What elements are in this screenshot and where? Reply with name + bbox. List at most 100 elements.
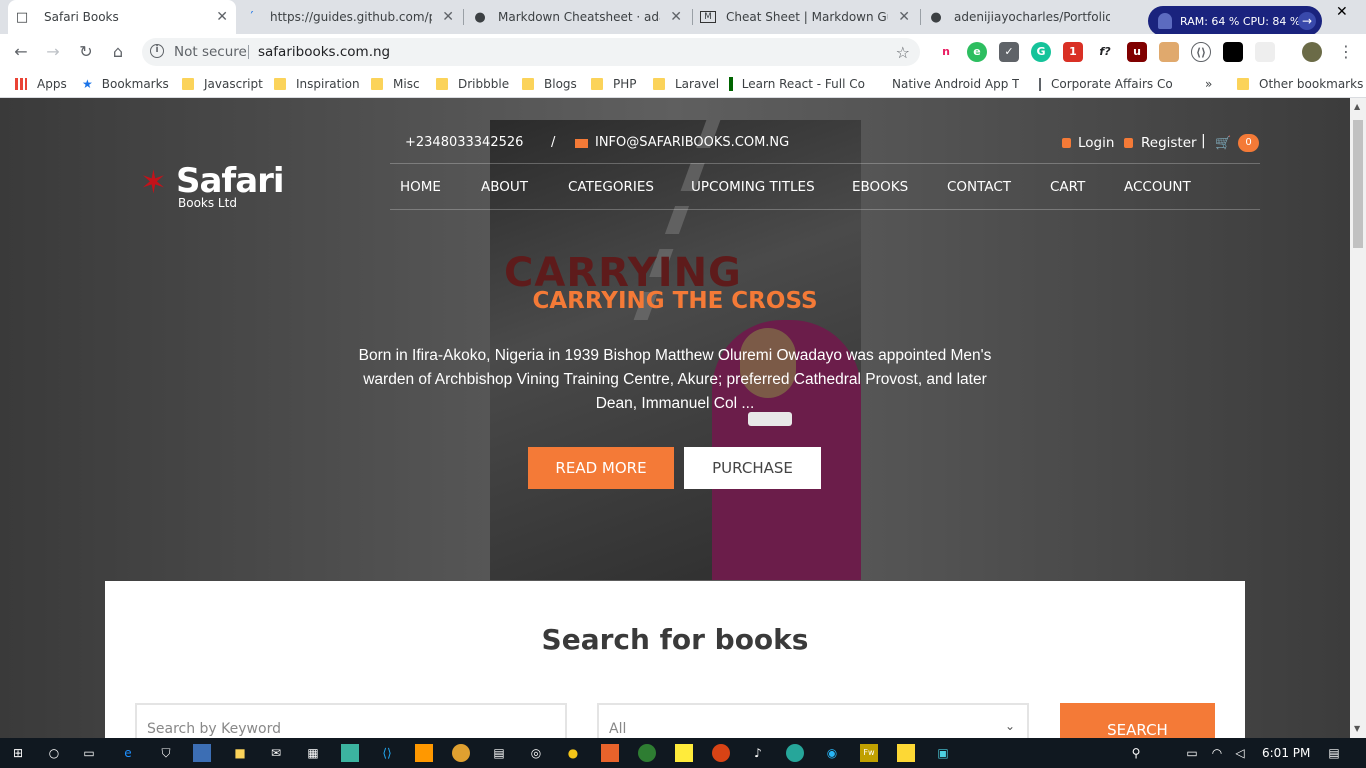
close-window-icon[interactable]: ✕ <box>1336 4 1348 20</box>
bookmark-native-android[interactable]: Native Android App T <box>883 76 1019 92</box>
nav-home[interactable]: HOME <box>400 179 441 195</box>
bookmark-php[interactable]: PHP <box>591 76 637 92</box>
bookmark-corporate-affairs[interactable]: Corporate Affairs Cor <box>1039 76 1173 92</box>
tab-markdown-cheatsheet[interactable]: ● Markdown Cheatsheet · adam-p/markdown-… <box>466 0 690 34</box>
bookmark-other[interactable]: Other bookmarks <box>1237 76 1363 92</box>
scroll-up-icon[interactable]: ▲ <box>1354 102 1360 111</box>
nav-contact[interactable]: CONTACT <box>947 179 1011 195</box>
nav-about[interactable]: ABOUT <box>481 179 528 195</box>
purchase-button[interactable]: PURCHASE <box>684 447 821 489</box>
sublime-icon[interactable] <box>415 744 433 762</box>
screen-extension-icon[interactable] <box>1223 42 1243 62</box>
app-icon[interactable]: ◉ <box>823 744 841 762</box>
scroll-down-icon[interactable]: ▼ <box>1354 724 1360 733</box>
email-address[interactable]: INFO@SAFARIBOOKS.COM.NG <box>595 135 789 150</box>
read-more-button[interactable]: READ MORE <box>528 447 674 489</box>
avatar[interactable] <box>1302 42 1322 62</box>
home-icon[interactable]: ⌂ <box>106 40 130 64</box>
nav-ebooks[interactable]: EBOOKS <box>852 179 908 195</box>
notifications-icon[interactable]: ▤ <box>1325 744 1343 762</box>
address-bar[interactable]: i Not secure safaribooks.com.ng ☆ <box>142 38 920 66</box>
menu-icon[interactable]: ⋮ <box>1334 40 1358 64</box>
vscode-icon[interactable]: ⟨⟩ <box>378 744 396 762</box>
ublock-extension-icon[interactable]: u <box>1127 42 1147 62</box>
formula-extension-icon[interactable]: f? <box>1095 42 1115 62</box>
nav-upcoming-titles[interactable]: UPCOMING TITLES <box>691 179 815 195</box>
app-icon[interactable] <box>675 744 693 762</box>
page-scrollbar[interactable]: ▲ ▼ <box>1350 98 1366 738</box>
grammarly-extension-icon[interactable]: G <box>1031 42 1051 62</box>
app-icon[interactable] <box>341 744 359 762</box>
folder-icon[interactable]: ■ <box>231 744 249 762</box>
close-icon[interactable]: ✕ <box>442 9 454 25</box>
bookmark-javascript[interactable]: Javascript <box>182 76 263 92</box>
close-icon[interactable]: ✕ <box>670 9 682 25</box>
close-icon[interactable]: ✕ <box>898 9 910 25</box>
tab-markdown-guide[interactable]: M Cheat Sheet | Markdown Guide ✕ <box>694 0 918 34</box>
bookmark-star-icon[interactable]: ☆ <box>896 43 910 62</box>
keyword-search-input[interactable]: Search by Keyword <box>135 703 567 738</box>
bookmark-blogs[interactable]: Blogs <box>522 76 577 92</box>
code-extension-icon[interactable]: ⟨⟩ <box>1191 42 1211 62</box>
reload-icon[interactable]: ↻ <box>74 40 98 64</box>
bookmark-apps[interactable]: Apps <box>15 76 67 92</box>
store-icon[interactable]: ⛉ <box>157 744 175 762</box>
login-link[interactable]: Login <box>1078 135 1114 151</box>
tab-safari-books[interactable]: □ Safari Books ✕ <box>8 0 236 34</box>
app-icon[interactable]: ● <box>564 744 582 762</box>
scrollbar-thumb[interactable] <box>1353 120 1363 248</box>
phone-number[interactable]: +2348033342526 <box>405 135 523 150</box>
pocket-extension-icon[interactable]: ✓ <box>999 42 1019 62</box>
evernote-extension-icon[interactable]: e <box>967 42 987 62</box>
back-icon[interactable]: ← <box>9 40 33 64</box>
battery-icon[interactable]: ▭ <box>1183 744 1201 762</box>
app-icon[interactable] <box>193 744 211 762</box>
wappalyzer-extension-icon[interactable] <box>1159 42 1179 62</box>
chrome-icon[interactable] <box>452 744 470 762</box>
close-icon[interactable]: ✕ <box>216 9 228 25</box>
forward-icon[interactable]: → <box>41 40 65 64</box>
nimbus-extension-icon[interactable]: n <box>936 42 956 62</box>
itunes-icon[interactable]: ♪ <box>749 744 767 762</box>
app-icon[interactable] <box>786 744 804 762</box>
bookmarks-overflow[interactable]: » <box>1205 76 1212 92</box>
calculator-icon[interactable]: ▦ <box>304 744 322 762</box>
windows-start-icon[interactable]: ⊞ <box>9 744 27 762</box>
task-view-icon[interactable]: ▭ <box>80 744 98 762</box>
category-select[interactable]: All ⌄ <box>597 703 1029 738</box>
app-icon[interactable]: ▤ <box>490 744 508 762</box>
app-icon[interactable] <box>897 744 915 762</box>
cart-icon[interactable]: 🛒 <box>1215 136 1231 151</box>
app-icon[interactable] <box>712 744 730 762</box>
app-icon[interactable]: ▣ <box>934 744 952 762</box>
mail-icon[interactable]: ✉ <box>267 744 285 762</box>
app-icon[interactable] <box>638 744 656 762</box>
info-icon[interactable]: i <box>150 44 164 58</box>
blank-extension-icon[interactable] <box>1255 42 1275 62</box>
site-logo[interactable]: ✶ Safari Books Ltd <box>140 162 300 214</box>
search-icon[interactable]: ○ <box>45 744 63 762</box>
nav-categories[interactable]: CATEGORIES <box>568 179 654 195</box>
register-link[interactable]: Register <box>1141 135 1197 151</box>
extension-badge-icon[interactable]: 1 <box>1063 42 1083 62</box>
edge-icon[interactable]: e <box>119 744 137 762</box>
url-text[interactable]: safaribooks.com.ng <box>258 44 390 60</box>
taskbar-clock[interactable]: 6:01 PM <box>1262 746 1310 760</box>
nav-account[interactable]: ACCOUNT <box>1124 179 1191 195</box>
bookmark-misc[interactable]: Misc <box>371 76 420 92</box>
nav-cart[interactable]: CART <box>1050 179 1085 195</box>
app-icon[interactable] <box>601 744 619 762</box>
fireworks-icon[interactable]: Fw <box>860 744 878 762</box>
ram-cpu-monitor[interactable]: RAM: 64 % CPU: 84 % → <box>1148 6 1322 36</box>
cart-count-badge[interactable]: 0 <box>1238 134 1259 152</box>
volume-icon[interactable]: ◁ <box>1231 744 1249 762</box>
bookmark-laravel[interactable]: Laravel <box>653 76 719 92</box>
bookmark-bookmarks[interactable]: ★ Bookmarks <box>82 76 169 92</box>
people-icon[interactable]: ⚲ <box>1127 744 1145 762</box>
search-button[interactable]: SEARCH <box>1060 703 1215 738</box>
tab-markdown-pdf[interactable]: ′ https://guides.github.com/pdfs/markdow… <box>238 0 462 34</box>
tab-portfolio[interactable]: ● adenijiayocharles/Portfolio: Lis <box>922 0 1144 34</box>
app-icon[interactable]: ◎ <box>527 744 545 762</box>
bookmark-dribbble[interactable]: Dribbble <box>436 76 509 92</box>
wifi-icon[interactable]: ◠ <box>1208 744 1226 762</box>
